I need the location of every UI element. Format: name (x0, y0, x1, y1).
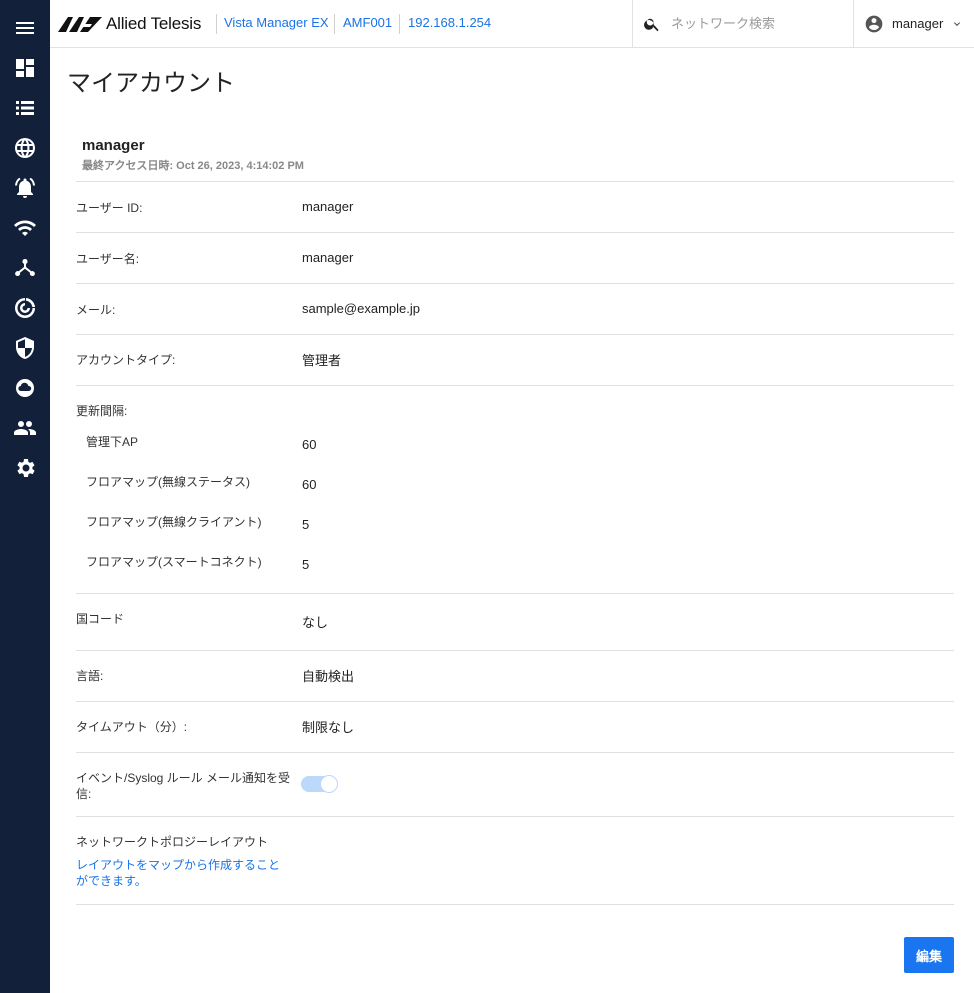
row-divider (76, 904, 954, 905)
refresh-item-value: 5 (302, 557, 310, 572)
top-header: Allied Telesis Vista Manager EX AMF001 1… (50, 0, 974, 48)
notify-label: イベント/Syslog ルール メール通知を受 (76, 771, 291, 785)
row-divider (76, 334, 954, 335)
refresh-item-value: 60 (302, 477, 317, 492)
toggle-knob (321, 776, 337, 792)
country-code-label: 国コード (76, 612, 125, 626)
row-divider (76, 593, 954, 594)
email-notification-toggle[interactable] (301, 776, 337, 792)
profile-name: manager (82, 137, 145, 154)
last-access-timestamp: 最終アクセス日時: Oct 26, 2023, 4:14:02 PM (82, 160, 304, 172)
timeout-value: 制限なし (302, 720, 355, 735)
account-circle-icon (864, 14, 884, 34)
cloud-icon[interactable] (0, 368, 50, 408)
user-name-label: ユーザー名: (76, 252, 140, 266)
country-code-value: なし (302, 615, 329, 630)
user-name: manager (892, 16, 944, 31)
logo-text: Allied Telesis (106, 14, 202, 33)
page-title: マイアカウント (67, 69, 235, 97)
notify-label-continued: 信: (76, 787, 92, 801)
user-id-value: manager (302, 199, 354, 214)
dashboard-icon[interactable] (0, 48, 50, 88)
row-divider (76, 752, 954, 753)
user-menu[interactable]: manager (853, 0, 974, 47)
refresh-interval-label: 更新間隔: (76, 404, 128, 418)
row-divider (76, 181, 954, 182)
header-divider (216, 14, 217, 34)
device-name-link[interactable]: AMF001 (343, 15, 392, 30)
email-label: メール: (76, 303, 116, 317)
row-divider (76, 650, 954, 651)
topology-layout-label: ネットワークトポロジーレイアウト (76, 835, 269, 849)
list-icon[interactable] (0, 88, 50, 128)
topology-icon[interactable] (0, 248, 50, 288)
row-divider (76, 385, 954, 386)
refresh-item-label: フロアマップ(無線ステータス) (86, 475, 250, 489)
globe-icon[interactable] (0, 128, 50, 168)
allied-telesis-logo-icon (58, 17, 102, 32)
row-divider (76, 816, 954, 817)
account-type-label: アカウントタイプ: (76, 353, 176, 367)
chevron-down-icon (951, 18, 963, 30)
user-name-value: manager (302, 250, 354, 265)
settings-icon[interactable] (0, 448, 50, 488)
users-icon[interactable] (0, 408, 50, 448)
search-icon[interactable] (643, 15, 661, 33)
header-divider (334, 14, 335, 34)
refresh-item-label: 管理下AP (86, 435, 139, 449)
refresh-item-label: フロアマップ(無線クライアント) (86, 515, 262, 529)
row-divider (76, 232, 954, 233)
edit-button[interactable]: 編集 (904, 937, 954, 973)
ip-address-link[interactable]: 192.168.1.254 (408, 15, 491, 30)
create-layout-link[interactable]: レイアウトをマップから作成することができます。 (76, 857, 286, 889)
network-search (632, 0, 853, 47)
email-value: sample@example.jp (302, 301, 420, 316)
timeout-label: タイムアウト（分）: (76, 720, 188, 734)
row-divider (76, 701, 954, 702)
app-name-link[interactable]: Vista Manager EX (224, 15, 329, 30)
user-id-label: ユーザー ID: (76, 201, 143, 215)
search-input[interactable] (671, 16, 851, 31)
wifi-icon[interactable] (0, 208, 50, 248)
language-label: 言語: (76, 669, 104, 683)
alarm-icon[interactable] (0, 168, 50, 208)
row-divider (76, 283, 954, 284)
sidebar (0, 0, 50, 993)
shield-icon[interactable] (0, 328, 50, 368)
refresh-item-value: 5 (302, 517, 310, 532)
refresh-item-value: 60 (302, 437, 317, 452)
account-type-value: 管理者 (302, 353, 342, 368)
radar-icon[interactable] (0, 288, 50, 328)
language-value: 自動検出 (302, 669, 355, 684)
header-divider (399, 14, 400, 34)
refresh-item-label: フロアマップ(スマートコネクト) (86, 555, 262, 569)
brand-logo[interactable]: Allied Telesis (58, 13, 201, 35)
menu-icon[interactable] (0, 8, 50, 48)
